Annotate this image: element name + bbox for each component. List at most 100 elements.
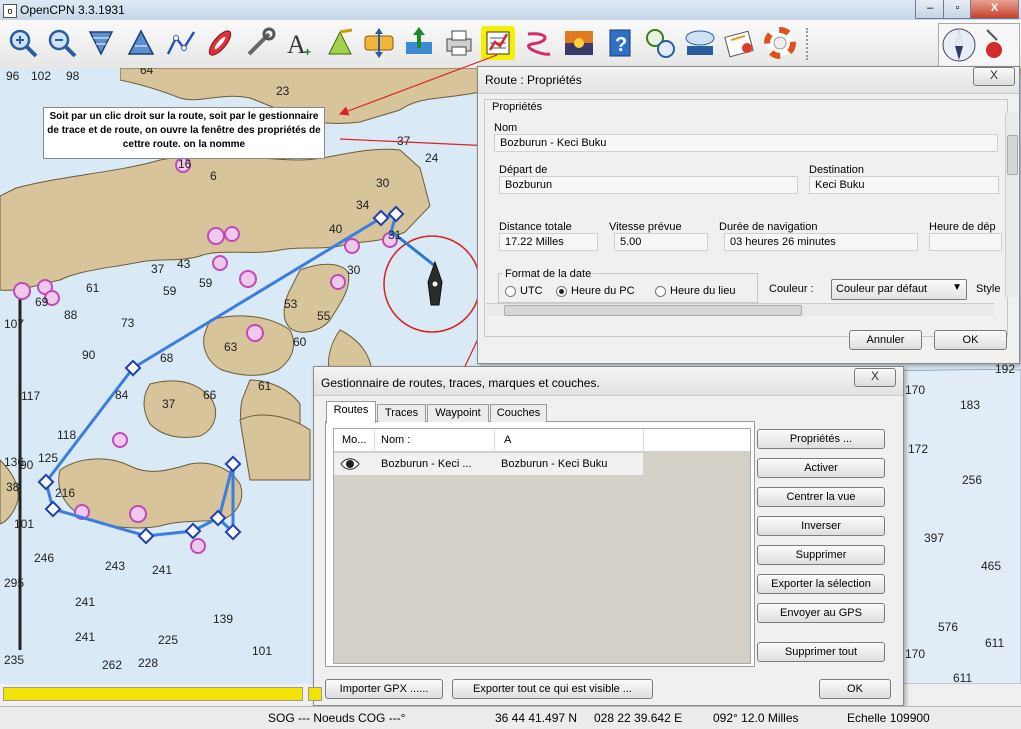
depth-sounding: 118 bbox=[57, 428, 77, 442]
chart-bar-right[interactable] bbox=[308, 687, 322, 701]
delete-all-button[interactable]: Supprimer tout bbox=[757, 642, 885, 662]
radio-utc-label: UTC bbox=[520, 285, 543, 297]
speed-field[interactable]: 5.00 bbox=[614, 233, 708, 251]
status-sog-cog: SOG --- Noeuds COG ---° bbox=[268, 711, 406, 725]
depth-sounding: 465 bbox=[981, 559, 1002, 573]
vessel-icon[interactable] bbox=[203, 26, 237, 60]
depth-sounding: 96 bbox=[6, 69, 20, 83]
radio-pc-time[interactable] bbox=[556, 286, 567, 297]
waypoint-icon[interactable] bbox=[323, 26, 357, 60]
zoom-in-icon[interactable] bbox=[6, 26, 40, 60]
depth-sounding: 84 bbox=[115, 388, 129, 402]
depart-field[interactable]: Bozburun bbox=[499, 176, 798, 194]
tide-icon[interactable] bbox=[362, 26, 396, 60]
ais-icon[interactable] bbox=[643, 26, 677, 60]
reverse-button[interactable]: Inverser bbox=[757, 516, 885, 536]
depth-sounding: 38 bbox=[6, 480, 20, 494]
route-row-to: Bozburun - Keci Buku bbox=[501, 458, 608, 470]
export-selection-button[interactable]: Exporter la sélection bbox=[757, 574, 885, 594]
color-select[interactable]: Couleur par défaut ▼ bbox=[831, 279, 967, 300]
properties-button[interactable]: Propriétés ... bbox=[757, 429, 885, 449]
depth-sounding: 30 bbox=[376, 176, 390, 190]
tab-layers[interactable]: Couches bbox=[490, 404, 547, 422]
help-icon[interactable]: ? bbox=[603, 26, 637, 60]
wmm-icon[interactable] bbox=[683, 26, 717, 60]
tab-waypoints[interactable]: Waypoint bbox=[427, 404, 489, 422]
depth-sounding: 246 bbox=[34, 551, 55, 565]
name-label: Nom bbox=[494, 122, 518, 134]
dashboard-icon[interactable] bbox=[723, 26, 757, 60]
route-manager-close-button[interactable]: X bbox=[854, 368, 896, 387]
depth-sounding: 192 bbox=[995, 362, 1016, 376]
current-icon[interactable] bbox=[402, 26, 436, 60]
depth-sounding: 23 bbox=[276, 84, 290, 98]
chart-icon[interactable] bbox=[562, 26, 596, 60]
depth-sounding: 241 bbox=[75, 630, 96, 644]
depth-sounding: 225 bbox=[158, 633, 179, 647]
depth-sounding: 136 bbox=[4, 455, 25, 469]
route-manager-ok-button[interactable]: OK bbox=[819, 679, 891, 699]
depart-time-field[interactable] bbox=[929, 233, 1002, 251]
vertical-scrollbar-thumb[interactable] bbox=[1007, 135, 1018, 175]
compass-panel[interactable] bbox=[938, 23, 1020, 67]
depth-sounding: 69 bbox=[35, 295, 49, 309]
route-manager-icon[interactable] bbox=[481, 26, 515, 60]
close-button[interactable]: X bbox=[970, 0, 1019, 19]
depth-sounding: 576 bbox=[938, 620, 959, 634]
import-gpx-button[interactable]: Importer GPX ...... bbox=[325, 679, 443, 699]
color-select-value: Couleur par défaut bbox=[836, 283, 928, 295]
depth-sounding: 228 bbox=[138, 656, 159, 670]
radio-local-time[interactable] bbox=[655, 286, 666, 297]
color-label: Couleur : bbox=[769, 283, 814, 295]
tab-tracks[interactable]: Traces bbox=[377, 404, 426, 422]
column-to-header[interactable]: A bbox=[504, 434, 511, 446]
depth-sounding: 55 bbox=[317, 309, 331, 323]
tab-routes[interactable]: Routes bbox=[326, 401, 376, 423]
routes-list[interactable]: Mo... Nom : A Bozburun - Keci ... Bozbur… bbox=[333, 428, 751, 664]
scale-down-icon[interactable] bbox=[84, 26, 118, 60]
ok-button[interactable]: OK bbox=[934, 330, 1007, 350]
export-visible-button[interactable]: Exporter tout ce qui est visible ... bbox=[452, 679, 653, 699]
route-properties-title: Route : Propriétés bbox=[485, 73, 582, 87]
delete-button[interactable]: Supprimer bbox=[757, 545, 885, 565]
horizontal-scrollbar-thumb[interactable] bbox=[504, 305, 802, 316]
minimize-button[interactable]: – bbox=[915, 0, 945, 19]
depth-sounding: 170 bbox=[905, 647, 926, 661]
table-row[interactable]: Bozburun - Keci ... Bozburun - Keci Buku bbox=[334, 453, 643, 475]
column-name-header[interactable]: Nom : bbox=[381, 434, 410, 446]
column-visible-header[interactable]: Mo... bbox=[342, 434, 366, 446]
radio-utc[interactable] bbox=[505, 286, 516, 297]
route-name-field[interactable]: Bozburun - Keci Buku bbox=[494, 134, 998, 152]
maximize-button[interactable]: ▫ bbox=[943, 0, 972, 19]
depart-time-label: Heure de dép bbox=[929, 221, 996, 233]
send-to-gps-button[interactable]: Envoyer au GPS bbox=[757, 603, 885, 623]
route-manager-title: Gestionnaire de routes, traces, marques … bbox=[321, 376, 600, 390]
center-view-button[interactable]: Centrer la vue bbox=[757, 487, 885, 507]
scale-up-icon[interactable] bbox=[124, 26, 158, 60]
depth-sounding: 40 bbox=[329, 222, 343, 236]
eye-icon[interactable] bbox=[340, 457, 360, 471]
chart-bar-left[interactable] bbox=[3, 687, 303, 701]
toolbar-grip[interactable] bbox=[806, 28, 811, 60]
depth-sounding: 37 bbox=[151, 262, 165, 276]
print-icon[interactable] bbox=[442, 26, 476, 60]
zoom-out-icon[interactable] bbox=[45, 26, 79, 60]
chevron-down-icon: ▼ bbox=[952, 282, 962, 293]
track-icon[interactable] bbox=[522, 26, 556, 60]
depth-sounding: 102 bbox=[31, 69, 52, 83]
route-properties-close-button[interactable]: X bbox=[973, 67, 1015, 86]
duration-field: 03 heures 26 minutes bbox=[724, 233, 918, 251]
cancel-button[interactable]: Annuler bbox=[849, 330, 922, 350]
lifebuoy-icon[interactable] bbox=[763, 26, 797, 60]
text-icon[interactable]: A + bbox=[283, 26, 317, 60]
settings-icon[interactable] bbox=[243, 26, 277, 60]
depth-sounding: 170 bbox=[905, 383, 926, 397]
route-icon[interactable] bbox=[164, 26, 198, 60]
activate-button[interactable]: Activer bbox=[757, 458, 885, 478]
radio-pc-label: Heure du PC bbox=[571, 285, 635, 297]
status-bar: SOG --- Noeuds COG ---° 36 44 41.497 N 0… bbox=[0, 706, 1021, 729]
destination-field[interactable]: Keci Buku bbox=[809, 176, 999, 194]
vertical-scrollbar[interactable] bbox=[1005, 113, 1018, 297]
depth-sounding: 117 bbox=[21, 389, 41, 403]
horizontal-scrollbar[interactable] bbox=[486, 303, 994, 316]
